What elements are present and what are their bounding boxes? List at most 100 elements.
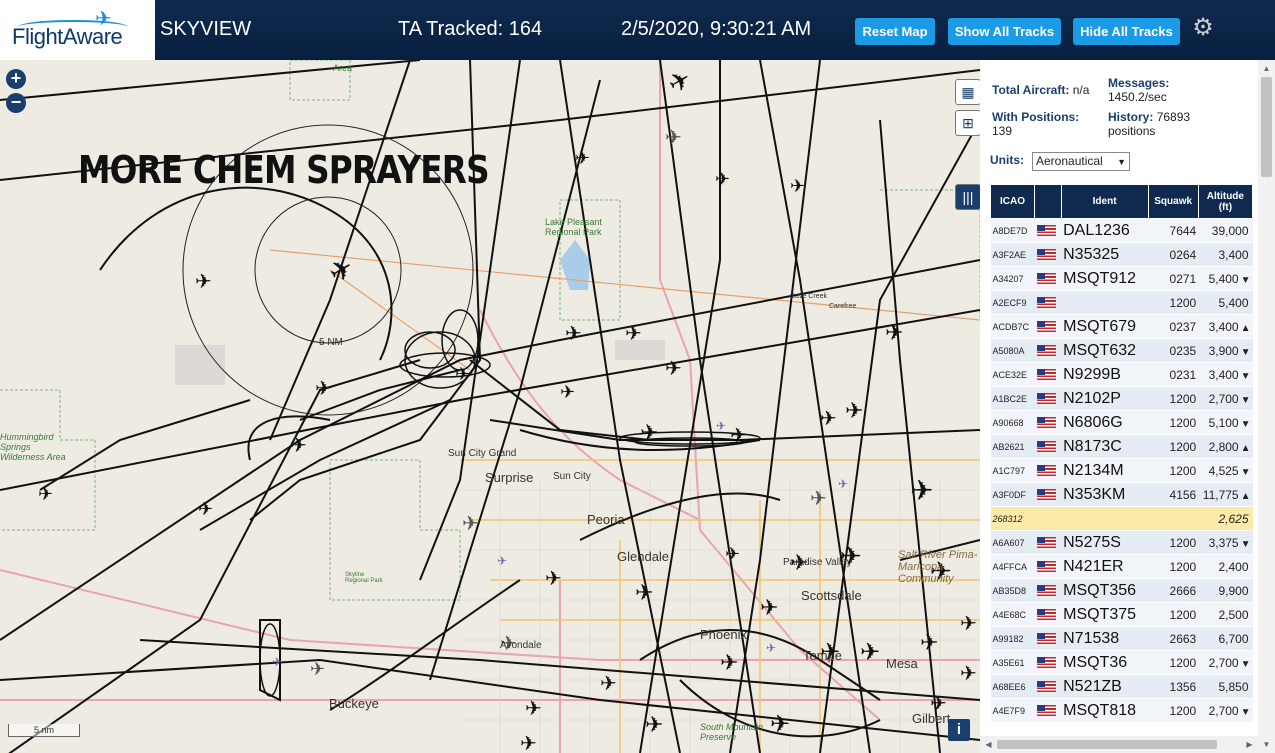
altitude-trend-icon: ▲ — [1240, 490, 1251, 502]
column-header-altitude[interactable]: Altitude (ft) — [1197, 184, 1254, 219]
table-row[interactable]: A4FFCA N421ER 1200 2,400 — [990, 554, 1253, 579]
reset-map-button[interactable]: Reset Map — [855, 18, 935, 45]
vertical-scrollbar[interactable]: ▲ ▼ — [1258, 60, 1275, 753]
altitude-value: 3,900 — [1208, 343, 1239, 358]
place-lake-pleasant-park: Lake Pleasant Regional Park — [545, 217, 603, 237]
table-row[interactable]: A1BC2E N2102P 1200 2,700 ▼ — [990, 386, 1253, 411]
scale-bar: 5 nm — [8, 724, 80, 737]
map-layers-icon[interactable]: ▦ — [955, 79, 980, 105]
table-row[interactable]: 268312 2,625 — [990, 506, 1253, 531]
cell-squawk: 1200 — [1148, 698, 1199, 723]
table-row[interactable]: A2ECF9 1200 5,400 — [990, 290, 1253, 315]
us-flag-icon — [1036, 633, 1056, 645]
us-flag-icon — [1036, 249, 1056, 261]
scroll-thumb[interactable] — [1261, 77, 1272, 177]
map-view[interactable]: ✈ ✈ ✈ ✈ ✈ ✈ ✈ ✈ ✈ ✈ ✈ ✈ ✈ ✈ ✈ ✈ ✈ ✈ ✈ ✈ … — [0, 60, 980, 753]
us-flag-icon — [1036, 537, 1056, 549]
cell-squawk: 1200 — [1148, 554, 1199, 579]
cell-ident: DAL1236 — [1061, 218, 1149, 243]
svg-text:✈: ✈ — [885, 320, 903, 345]
cell-altitude: 5,400 ▼ — [1198, 266, 1253, 291]
column-header-ident[interactable]: Ident — [1060, 184, 1149, 219]
table-row[interactable]: A35E61 MSQT36 1200 2,700 ▼ — [990, 650, 1253, 675]
table-row[interactable]: A90668 N6806G 1200 5,100 ▼ — [990, 410, 1253, 435]
table-row[interactable]: A4E7F9 MSQT818 1200 2,700 ▼ — [990, 698, 1253, 723]
cell-icao: A3F0DF — [990, 482, 1035, 507]
altitude-value: 4,525 — [1208, 463, 1239, 478]
altitude-value: 3,400 — [1208, 367, 1239, 382]
cell-squawk: 0231 — [1148, 362, 1199, 387]
cell-flag — [1034, 554, 1062, 579]
svg-text:✈: ✈ — [38, 484, 53, 504]
history-label: History: — [1108, 110, 1154, 124]
svg-text:✈: ✈ — [720, 650, 738, 675]
table-row[interactable]: A6A607 N5275S 1200 3,375 ▼ — [990, 530, 1253, 555]
column-header-squawk[interactable]: Squawk — [1147, 184, 1199, 219]
cell-icao: A4E68C — [990, 602, 1035, 627]
altitude-value: 5,850 — [1218, 679, 1249, 694]
scroll-left-icon[interactable]: ◀ — [980, 736, 997, 753]
altitude-value: 3,400 — [1208, 319, 1239, 334]
us-flag-icon — [1036, 273, 1056, 285]
cell-altitude: 2,800 ▲ — [1198, 434, 1253, 459]
cell-flag — [1034, 698, 1062, 723]
altitude-value: 9,900 — [1218, 583, 1249, 598]
table-row[interactable]: A3F0DF N353KM 4156 11,775 ▲ — [990, 482, 1253, 507]
cell-flag — [1034, 410, 1062, 435]
scroll-up-icon[interactable]: ▲ — [1258, 60, 1275, 77]
cell-flag — [1034, 434, 1062, 459]
place-tempe: Tempe — [803, 648, 843, 663]
table-row[interactable]: A34207 MSQT912 0271 5,400 ▼ — [990, 266, 1253, 291]
horizontal-scrollbar[interactable]: ◀ ▶ — [980, 736, 1258, 753]
table-row[interactable]: A3F2AE N35325 0264 3,400 — [990, 242, 1253, 267]
grid-icon[interactable]: ⊞ — [955, 110, 980, 136]
hide-all-tracks-button[interactable]: Hide All Tracks — [1073, 18, 1180, 45]
table-row[interactable]: A8DE7D DAL1236 7644 39,000 — [990, 218, 1253, 243]
table-row[interactable]: ACDB7C MSQT679 0237 3,400 ▲ — [990, 314, 1253, 339]
table-row[interactable]: A99182 N71538 2663 6,700 — [990, 626, 1253, 651]
columns-toggle-icon[interactable]: ||| — [955, 184, 980, 210]
table-row[interactable]: AB2621 N8173C 1200 2,800 ▲ — [990, 434, 1253, 459]
zoom-in-button[interactable]: + — [6, 69, 26, 89]
table-row[interactable]: A5080A MSQT632 0235 3,900 ▼ — [990, 338, 1253, 363]
gear-icon[interactable]: ⚙ — [1190, 15, 1216, 41]
altitude-trend-icon: ▼ — [1240, 394, 1251, 406]
cell-squawk — [1148, 506, 1199, 531]
place-hummingbird-springs: Hummingbird Springs Wilderness Area — [0, 432, 66, 462]
zoom-out-button[interactable]: − — [6, 93, 26, 113]
column-header-icao[interactable]: ICAO — [990, 184, 1035, 219]
total-aircraft-label: Total Aircraft: — [992, 83, 1070, 97]
units-select[interactable]: Aeronautical ▼ — [1032, 152, 1130, 171]
history-value: 76893 — [1156, 110, 1191, 124]
cell-flag — [1034, 362, 1062, 387]
table-row[interactable]: A68EE6 N521ZB 1356 5,850 — [990, 674, 1253, 699]
altitude-value: 3,375 — [1208, 535, 1239, 550]
cell-squawk: 1356 — [1148, 674, 1199, 699]
column-header-flag[interactable] — [1034, 184, 1062, 219]
cell-ident: MSQT632 — [1061, 338, 1149, 363]
table-row[interactable]: AB35D8 MSQT356 2666 9,900 — [990, 578, 1253, 603]
cell-flag — [1034, 290, 1062, 315]
cell-icao: AB2621 — [990, 434, 1035, 459]
horizontal-scroll-thumb[interactable] — [997, 740, 1217, 749]
cell-ident: N2134M — [1061, 458, 1149, 483]
us-flag-icon — [1036, 321, 1056, 333]
place-carefree: Carefree — [829, 303, 857, 310]
svg-text:✈: ✈ — [195, 271, 212, 293]
table-row[interactable]: A4E68C MSQT375 1200 2,500 — [990, 602, 1253, 627]
table-row[interactable]: A1C797 N2134M 1200 4,525 ▼ — [990, 458, 1253, 483]
table-row[interactable]: ACE32E N9299B 0231 3,400 ▼ — [990, 362, 1253, 387]
info-button[interactable]: i — [948, 719, 970, 741]
scroll-down-icon[interactable]: ▼ — [1258, 736, 1275, 753]
messages-stat: Messages: 1450.2/sec — [1108, 76, 1169, 104]
scroll-right-icon[interactable]: ▶ — [1241, 736, 1258, 753]
flightaware-logo[interactable]: ✈ FlightAware — [0, 0, 155, 60]
cell-altitude: 2,500 — [1198, 602, 1253, 627]
place-sun-city: Sun City — [553, 471, 591, 482]
altitude-value: 2,700 — [1208, 655, 1239, 670]
cell-squawk: 1200 — [1148, 530, 1199, 555]
cell-icao: 268312 — [990, 506, 1035, 531]
app-title: SKYVIEW — [160, 18, 252, 40]
show-all-tracks-button[interactable]: Show All Tracks — [948, 18, 1061, 45]
place-south-mountain: South Mountain Preserve — [700, 722, 764, 742]
